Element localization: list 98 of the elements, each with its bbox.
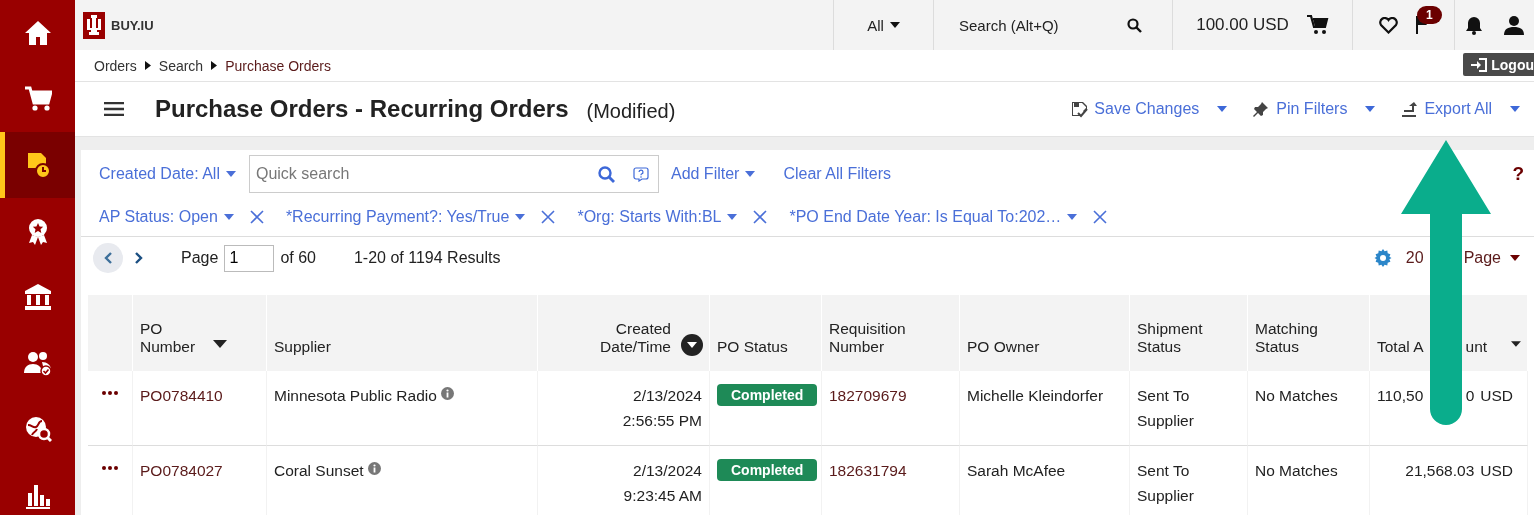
column-header[interactable]: PO Status xyxy=(710,295,822,371)
column-header[interactable]: Supplier xyxy=(267,295,538,371)
export-icon xyxy=(1401,100,1419,118)
supplier-name: Coral Sunset xyxy=(274,462,364,479)
per-page-caret-icon[interactable] xyxy=(1510,255,1520,261)
sort-icon[interactable] xyxy=(681,334,703,356)
results-count: 1-20 of 1194 Results xyxy=(353,249,501,267)
modified-label: (Modified) xyxy=(586,99,676,123)
chevron-right-icon xyxy=(135,252,143,264)
logo-icon[interactable] xyxy=(83,11,105,39)
close-icon[interactable] xyxy=(753,210,768,224)
column-header[interactable]: Created Date/Time xyxy=(538,295,710,371)
notification-badge: 1 xyxy=(1417,6,1442,24)
clear-filters-link[interactable]: Clear All Filters xyxy=(783,165,891,183)
table-cell: No Matches xyxy=(1248,446,1370,515)
help-icon[interactable] xyxy=(632,166,649,182)
cart-icon[interactable] xyxy=(1306,15,1329,35)
help-link[interactable]: ? xyxy=(1512,163,1524,185)
chevron-icon xyxy=(211,61,218,70)
breadcrumb-link[interactable]: Purchase Orders xyxy=(225,57,331,74)
dropdown-caret-icon[interactable] xyxy=(1510,106,1520,112)
filter-chip[interactable]: *Recurring Payment?: Yes/True xyxy=(285,208,526,226)
table-cell: Sent To Supplier xyxy=(1130,371,1248,446)
more-icon[interactable] xyxy=(102,391,118,395)
filter-chip[interactable]: AP Status: Open xyxy=(99,208,234,226)
breadcrumb-link[interactable]: Orders xyxy=(94,57,137,74)
page-count: of 60 xyxy=(280,249,316,267)
table-cell: 182709679 xyxy=(822,371,960,446)
action-button[interactable]: Pin Filters xyxy=(1253,100,1348,118)
po-number-link[interactable]: PO0784410 xyxy=(133,371,267,446)
chevron-left-icon xyxy=(104,252,112,264)
page-label: Page xyxy=(181,249,219,267)
supplier-name: Minnesota Public Radio xyxy=(274,387,437,404)
save-icon xyxy=(1071,100,1089,118)
column-header[interactable]: Shipment Status xyxy=(1130,295,1248,371)
menu-icon[interactable] xyxy=(104,102,124,116)
page-title: Purchase Orders - Recurring Orders xyxy=(155,95,569,123)
action-button[interactable]: Export All xyxy=(1401,100,1492,118)
amount-text: 21,568.03 xyxy=(1405,461,1475,481)
heart-icon[interactable] xyxy=(1379,16,1398,34)
table-cell: Sent To Supplier xyxy=(1130,446,1248,515)
po-number-link[interactable]: PO0784027 xyxy=(133,446,267,515)
globe-search-icon xyxy=(23,415,52,443)
bell-icon[interactable] xyxy=(1465,15,1484,35)
action-button[interactable]: Save Changes xyxy=(1071,100,1200,118)
filter-chip[interactable]: *Org: Starts With:BL xyxy=(577,208,738,226)
per-page-text[interactable]: 20 xyxy=(1405,249,1424,267)
home-icon xyxy=(23,19,52,47)
table-cell: 2/13/2024 9:23:45 AM xyxy=(538,446,710,515)
user-icon[interactable] xyxy=(1503,15,1524,35)
sort-caret-icon[interactable] xyxy=(213,340,228,348)
next-page-button[interactable] xyxy=(135,252,143,264)
close-icon[interactable] xyxy=(541,210,556,224)
logo-text: BUY.IU xyxy=(111,17,154,33)
cart-total: 100.00 USD xyxy=(1196,15,1289,35)
page-input[interactable]: 1 xyxy=(224,244,275,272)
table-cell: 182631794 xyxy=(822,446,960,515)
settings-icon[interactable] xyxy=(1373,249,1392,267)
more-icon[interactable] xyxy=(102,466,118,470)
sidebar-item[interactable] xyxy=(0,132,75,198)
column-header[interactable]: Requisition Number xyxy=(822,295,960,371)
chevron-icon xyxy=(144,61,151,70)
created-date-filter[interactable]: Created Date: All xyxy=(99,165,236,183)
filter-chip[interactable]: *PO End Date Year: Is Equal To:202… xyxy=(789,208,1078,226)
logout-button[interactable]: Logou xyxy=(1463,53,1534,76)
table-cell: Michelle Kleindorfer xyxy=(960,371,1130,446)
info-icon[interactable] xyxy=(367,462,381,475)
caret-icon[interactable] xyxy=(889,22,900,28)
dropdown-caret-icon[interactable] xyxy=(1365,106,1376,112)
column-header[interactable]: PO Number xyxy=(133,295,267,371)
bank-icon xyxy=(23,283,52,311)
quick-search-field[interactable]: Quick search xyxy=(248,155,659,193)
pin-icon xyxy=(1253,100,1271,118)
search-placeholder: Search (Alt+Q) xyxy=(959,16,1059,34)
close-icon[interactable] xyxy=(1093,210,1108,224)
column-header[interactable]: PO Owner xyxy=(960,295,1130,371)
info-icon[interactable] xyxy=(440,387,454,400)
users-icon xyxy=(23,349,52,377)
logout-icon xyxy=(1471,57,1488,72)
table-cell: No Matches xyxy=(1248,371,1370,446)
add-filter-button[interactable]: Add Filter xyxy=(670,165,756,183)
currency-text: USD xyxy=(1480,461,1513,481)
cart-icon xyxy=(23,85,52,113)
search-icon[interactable] xyxy=(1127,17,1142,33)
previous-page-button[interactable] xyxy=(93,243,123,273)
currency-text: USD xyxy=(1480,386,1513,406)
table-cell: 2/13/2024 2:56:55 PM xyxy=(538,371,710,446)
sort-caret-icon[interactable] xyxy=(1511,340,1521,348)
per-page-text[interactable]: Page xyxy=(1463,249,1501,267)
breadcrumb-link[interactable]: Search xyxy=(158,57,204,74)
status-badge: Completed xyxy=(717,459,818,481)
amount-text: 0 xyxy=(1465,386,1475,406)
table-cell: Sarah McAfee xyxy=(960,446,1130,515)
amount-text: 110,50 xyxy=(1377,386,1424,406)
status-badge: Completed xyxy=(717,384,818,406)
dropdown-caret-icon[interactable] xyxy=(1217,106,1228,112)
column-header[interactable]: Matching Status xyxy=(1248,295,1370,371)
close-icon[interactable] xyxy=(249,210,264,224)
